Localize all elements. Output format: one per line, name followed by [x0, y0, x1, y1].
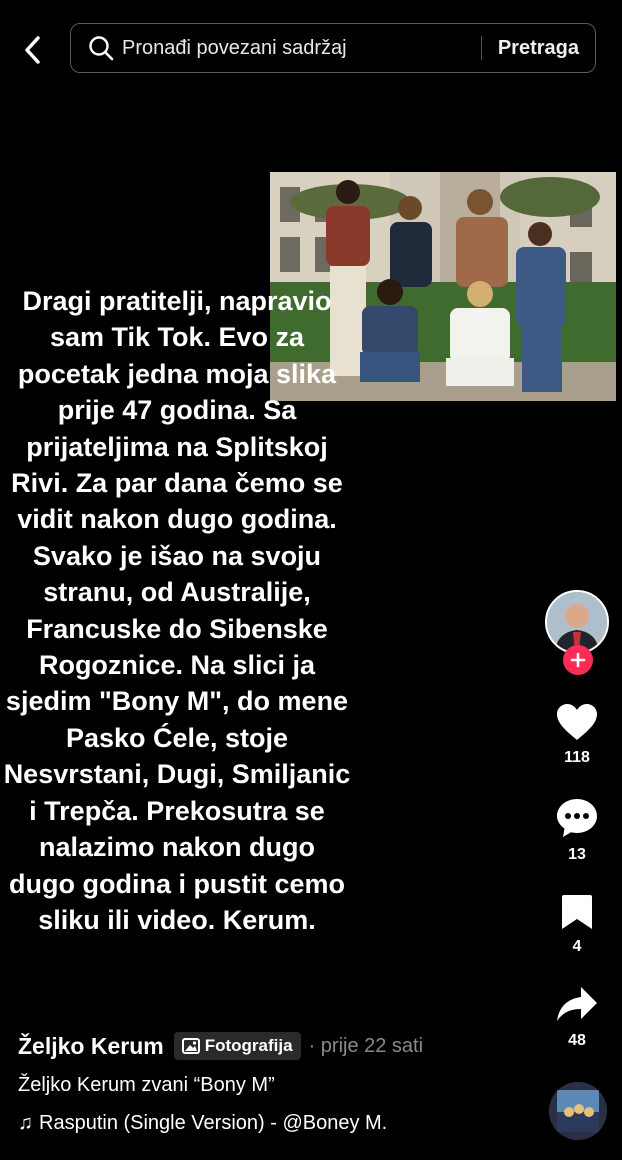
bookmark-icon	[562, 895, 592, 929]
like-button[interactable]: 118	[545, 702, 609, 767]
search-button[interactable]: Pretraga	[482, 37, 595, 60]
post-time: · prije 22 sati	[308, 1034, 424, 1057]
author-name[interactable]: Željko Kerum	[18, 1033, 164, 1060]
plus-icon	[570, 652, 586, 668]
photo-type-badge: Fotografija	[173, 1032, 301, 1060]
post-description: Željko Kerum zvani “Bony M”	[18, 1074, 275, 1096]
search-input[interactable]: Pronađi povezani sadržaj	[122, 37, 481, 60]
share-arrow-icon	[557, 987, 597, 1021]
photo-type-label: Fotografija	[204, 1036, 293, 1055]
back-button[interactable]	[18, 32, 48, 68]
photo-icon	[181, 1038, 200, 1054]
like-count: 118	[564, 749, 590, 766]
save-button[interactable]: 4	[545, 893, 609, 956]
search-icon	[88, 35, 114, 61]
follow-button[interactable]	[563, 645, 593, 675]
music-title: Rasputin (Single Version) - @Boney M.	[39, 1112, 388, 1134]
save-count: 4	[572, 938, 582, 955]
music-note-icon: ♫	[18, 1112, 33, 1134]
chevron-left-icon	[25, 36, 40, 64]
heart-icon	[557, 704, 597, 740]
music-disc[interactable]	[549, 1082, 607, 1140]
comment-count: 13	[568, 846, 586, 863]
music-info[interactable]: ♫ Rasputin (Single Version) - @Boney M.	[18, 1112, 387, 1135]
search-bar[interactable]: Pronađi povezani sadržaj Pretraga	[70, 23, 596, 73]
share-count: 48	[568, 1032, 586, 1049]
comment-button[interactable]: 13	[545, 797, 609, 864]
share-button[interactable]: 48	[545, 985, 609, 1050]
author-row: Željko Kerum Fotografija · prije 22 sati	[18, 1032, 423, 1060]
comment-icon	[557, 799, 597, 837]
post-caption: Dragi pratitelji, napravio sam Tik Tok. …	[3, 286, 351, 935]
